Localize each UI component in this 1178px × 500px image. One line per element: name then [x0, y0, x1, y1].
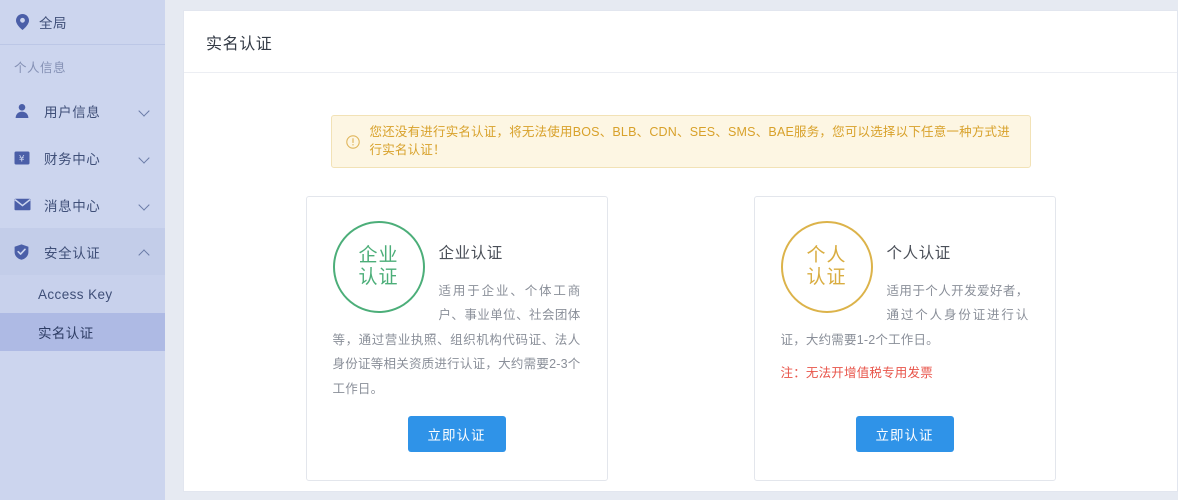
sidebar-item-security-certification[interactable]: 安全认证	[0, 228, 165, 275]
chevron-down-icon[interactable]	[139, 152, 151, 164]
sidebar-item-label: 用户信息	[44, 104, 101, 120]
card-action-area: 立即认证	[755, 416, 1055, 452]
panel-header: 实名认证	[184, 11, 1177, 73]
sidebar-item-message-center[interactable]: 消息中心	[0, 181, 165, 228]
warning-alert-text: 您还没有进行实名认证，将无法使用BOS、BLB、CDN、SES、SMS、BAE服…	[369, 125, 1010, 157]
envelope-icon	[14, 198, 34, 211]
card-action-area: 立即认证	[307, 416, 607, 452]
chevron-down-icon[interactable]	[139, 199, 151, 211]
location-pin-icon	[16, 14, 29, 30]
main-content-area: 实名认证 您还没有进行实名认证，将无法使用BOS、BLB、CDN、SES、SMS…	[165, 0, 1178, 500]
app-root: 全局 个人信息 用户信息 ¥ 财务中心 消息中心 安全认证 Access Key…	[0, 0, 1178, 500]
page-title: 实名认证	[206, 35, 273, 53]
sidebar: 全局 个人信息 用户信息 ¥ 财务中心 消息中心 安全认证 Access Key…	[0, 0, 165, 500]
enterprise-badge-icon: 企业 认证	[332, 221, 425, 313]
sidebar-subitem-label: 实名认证	[38, 326, 94, 341]
shield-icon	[14, 243, 34, 260]
badge-line-1: 企业	[358, 245, 399, 267]
sidebar-item-label: 财务中心	[44, 151, 101, 167]
badge-line-1: 个人	[806, 245, 847, 267]
sidebar-section-title: 个人信息	[14, 60, 67, 75]
sidebar-subitem-label: Access Key	[38, 286, 113, 302]
badge-line-2: 认证	[358, 267, 399, 288]
badge-line-2: 认证	[806, 267, 847, 288]
enterprise-certification-card[interactable]: 企业 认证 企业认证 适用于企业、个体工商户、事业单位、社会团体等，通过营业执照…	[305, 196, 608, 481]
sidebar-item-user-info[interactable]: 用户信息	[0, 87, 165, 134]
chevron-down-icon[interactable]	[139, 105, 151, 117]
panel-body: 您还没有进行实名认证，将无法使用BOS、BLB、CDN、SES、SMS、BAE服…	[184, 73, 1177, 481]
sidebar-subitem-access-key[interactable]: Access Key	[0, 275, 165, 313]
personal-certification-card[interactable]: 个人 认证 个人认证 适用于个人开发爱好者，通过个人身份证进行认证，大约需要1-…	[753, 196, 1056, 481]
user-icon	[14, 103, 34, 119]
sidebar-item-finance-center[interactable]: ¥ 财务中心	[0, 134, 165, 181]
personal-badge-icon: 个人 认证	[780, 221, 873, 313]
content-panel: 实名认证 您还没有进行实名认证，将无法使用BOS、BLB、CDN、SES、SMS…	[183, 10, 1178, 492]
sidebar-subitem-real-name-certification[interactable]: 实名认证	[0, 313, 165, 351]
exclamation-circle-icon	[345, 134, 360, 149]
sidebar-item-label: 安全认证	[44, 245, 101, 261]
sidebar-item-label: 消息中心	[44, 198, 101, 214]
card-note: 注：无法开增值税专用发票	[780, 366, 933, 381]
yuan-icon: ¥	[14, 150, 34, 166]
personal-certify-now-button[interactable]: 立即认证	[855, 416, 954, 452]
certification-cards: 企业 认证 企业认证 适用于企业、个体工商户、事业单位、社会团体等，通过营业执照…	[184, 196, 1177, 481]
enterprise-certify-now-button[interactable]: 立即认证	[407, 416, 506, 452]
sidebar-scope-label: 全局	[39, 16, 67, 31]
chevron-up-icon[interactable]	[139, 246, 151, 258]
warning-alert-banner: 您还没有进行实名认证，将无法使用BOS、BLB、CDN、SES、SMS、BAE服…	[330, 115, 1031, 168]
sidebar-scope-selector[interactable]: 全局	[0, 0, 165, 45]
svg-text:¥: ¥	[19, 154, 25, 164]
